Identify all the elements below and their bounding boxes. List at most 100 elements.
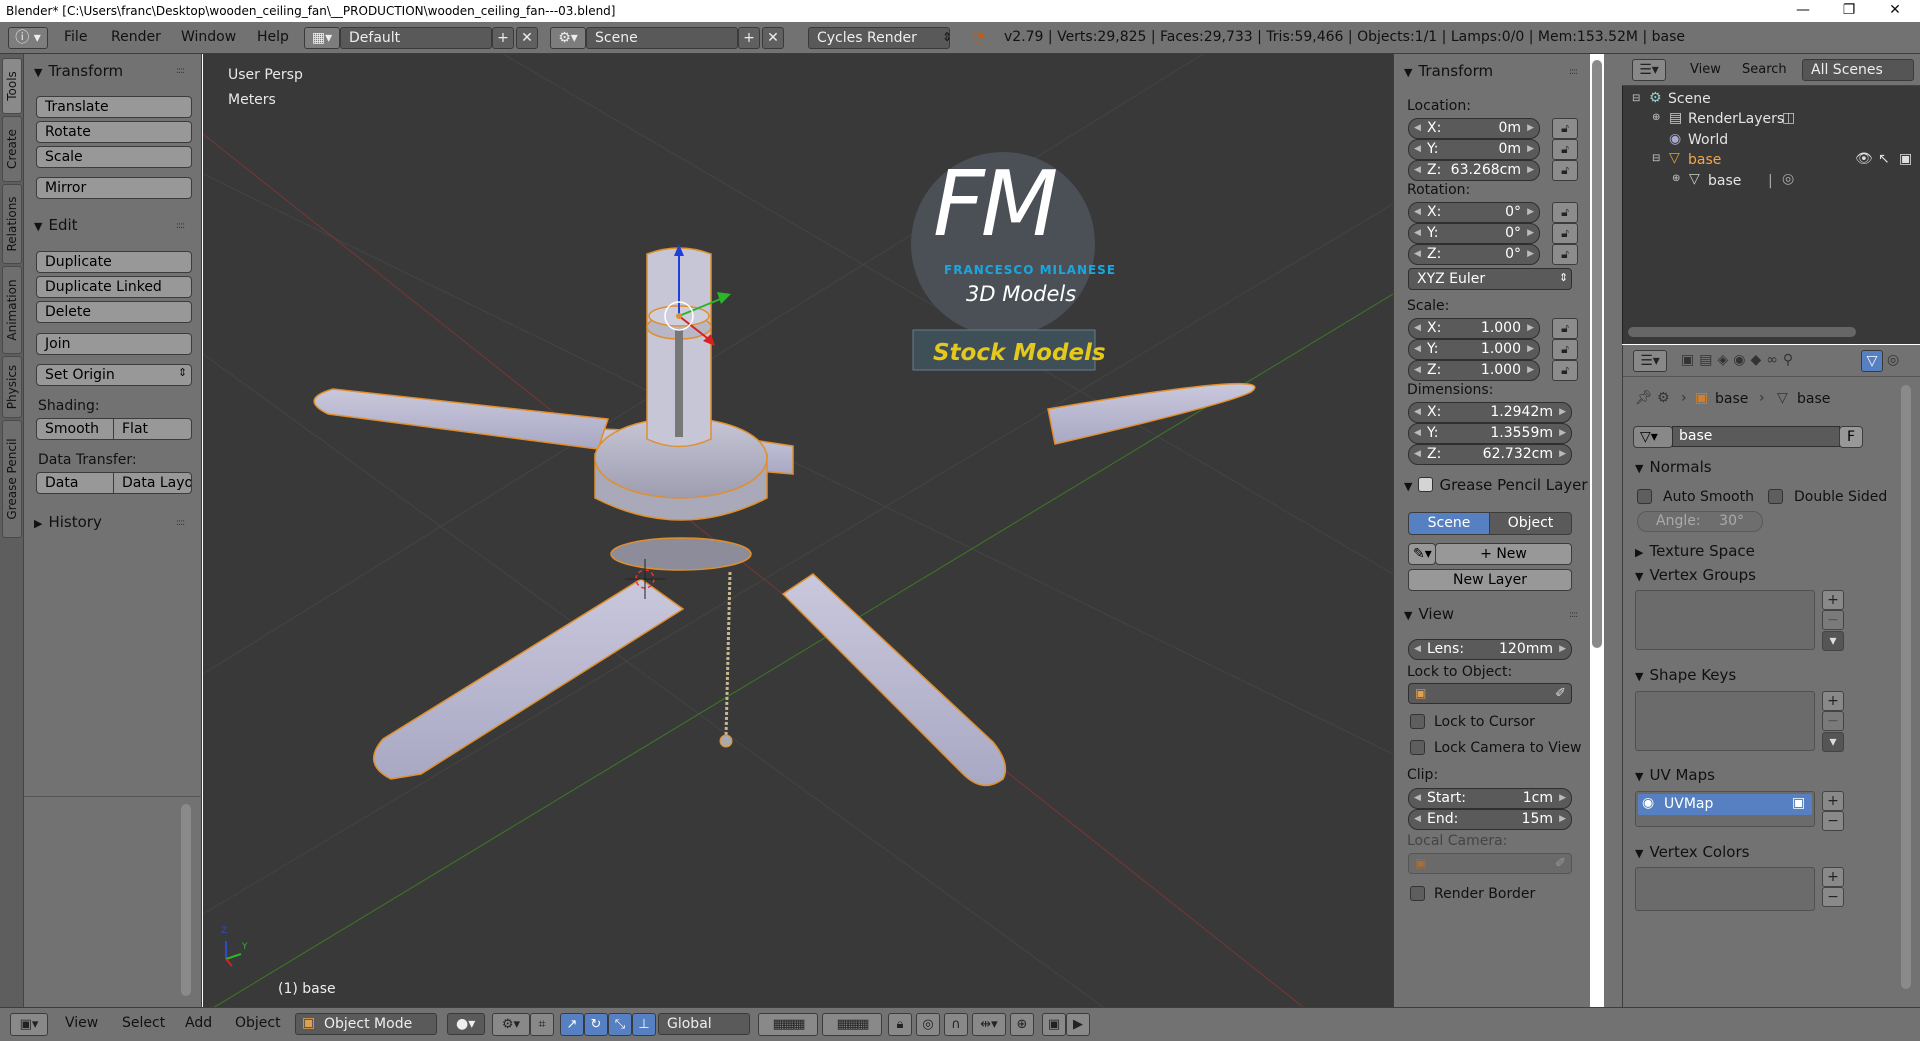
tab-relations[interactable]: Relations [2, 184, 22, 264]
fake-user-button[interactable]: F [1839, 426, 1863, 448]
outliner-editor-icon[interactable]: ☰▾ [1632, 59, 1666, 81]
gp-new-layer-button[interactable]: New Layer [1408, 569, 1572, 591]
screen-layout-dropdown[interactable]: Default [340, 27, 492, 49]
render-opengl-icon[interactable]: ▣ [1042, 1013, 1066, 1036]
rotation-z-field[interactable]: ◀ Z: 0° ▶ [1408, 244, 1540, 265]
outliner-base-object[interactable]: base [1688, 152, 1721, 168]
outliner-scene[interactable]: Scene [1668, 91, 1711, 107]
texture-space-header[interactable]: ▶ Texture Space [1635, 542, 1755, 560]
lock-icon[interactable]: 🔓︎ [1552, 160, 1578, 181]
lock-icon[interactable]: 🔓︎ [1552, 339, 1578, 360]
panel-grip-icon[interactable]: :::: [176, 66, 192, 76]
shape-key-menu-icon[interactable]: ▾ [1822, 732, 1844, 752]
panel-grip-icon[interactable]: :::: [176, 221, 192, 231]
gp-new-button[interactable]: + New [1435, 543, 1572, 565]
lock-layers-icon[interactable]: 🔒︎ [888, 1013, 912, 1036]
scale-z-field[interactable]: ◀ Z: 1.000 ▶ [1408, 360, 1540, 381]
toolshelf-scrollbar[interactable] [181, 804, 191, 996]
location-x-field[interactable]: ◀ X: 0m ▶ [1408, 118, 1540, 139]
tab-grease-pencil[interactable]: Grease Pencil [2, 420, 22, 538]
npanel-scrollbar[interactable] [1592, 60, 1602, 648]
mode-dropdown[interactable]: Object Mode [295, 1013, 437, 1035]
cursor-select-icon[interactable]: ↖ [1878, 151, 1890, 167]
manipulator-toggle-icon[interactable]: ⌗ [530, 1013, 554, 1036]
mesh-browse-icon[interactable]: ▽▾ [1633, 426, 1673, 448]
dimension-z-field[interactable]: ◀ Z: 62.732cm ▶ [1408, 444, 1572, 465]
rotation-x-field[interactable]: ◀ X: 0° ▶ [1408, 202, 1540, 223]
angle-field[interactable]: Angle: 30° [1637, 511, 1763, 532]
add-vertex-color-icon[interactable]: + [1822, 867, 1844, 887]
mesh-data-tab-icon[interactable]: ▽ [1861, 350, 1883, 372]
camera-icon[interactable]: ▣ [1792, 795, 1805, 811]
editor-type-info-icon[interactable]: ⓘ ▾ [8, 27, 48, 49]
set-origin-dropdown[interactable]: Set Origin [36, 364, 192, 386]
data-layout-button[interactable]: Data Layo [113, 472, 192, 494]
panel-grip-icon[interactable]: :::: [1569, 67, 1585, 77]
panel-grip-icon[interactable]: :::: [1569, 610, 1585, 620]
object-menu[interactable]: Object [235, 1013, 281, 1036]
remove-vertex-color-icon[interactable]: − [1822, 887, 1844, 907]
translate-manipulator-icon[interactable]: ↗ [560, 1013, 584, 1036]
properties-scrollbar[interactable] [1901, 385, 1911, 989]
menu-help[interactable]: Help [257, 27, 289, 48]
view-menu[interactable]: View [65, 1013, 98, 1036]
scale-x-field[interactable]: ◀ X: 1.000 ▶ [1408, 318, 1540, 339]
tab-tools[interactable]: Tools [2, 58, 22, 114]
local-camera-field[interactable]: ▣ ✐ [1408, 853, 1572, 874]
transform-space-icon[interactable]: ⊥ [632, 1013, 656, 1036]
dimension-y-field[interactable]: ◀ Y: 1.3559m ▶ [1408, 423, 1572, 444]
snap-toggle-icon[interactable]: ∩ [944, 1013, 968, 1036]
scale-button[interactable]: Scale [36, 146, 192, 168]
camera-render-icon[interactable]: ▣ [1899, 151, 1912, 167]
scene-icon[interactable]: ⚙▾ [550, 27, 586, 49]
translate-button[interactable]: Translate [36, 96, 192, 118]
pencil-icon[interactable]: ✎▾ [1408, 543, 1436, 565]
collapse-icon[interactable]: ⊟ [1652, 153, 1660, 164]
layers-grid-a-icon[interactable]: ▦▦▦ [758, 1013, 818, 1036]
edit-panel-header[interactable]: ▼ Edit [34, 216, 78, 234]
outliner-view-menu[interactable]: View [1690, 59, 1721, 80]
menu-file[interactable]: File [64, 27, 87, 48]
scale-manipulator-icon[interactable]: ⤡ [608, 1013, 632, 1036]
lens-field[interactable]: ◀ Lens: 120mm ▶ [1408, 639, 1572, 660]
minimize-button[interactable]: — [1780, 0, 1826, 22]
render-engine-dropdown[interactable]: Cycles Render [808, 27, 950, 49]
auto-smooth-checkbox[interactable] [1637, 489, 1652, 504]
duplicate-linked-button[interactable]: Duplicate Linked [36, 276, 192, 298]
remove-layout-icon[interactable]: ✕ [516, 27, 538, 49]
properties-editor-icon[interactable]: ☰▾ [1633, 350, 1667, 372]
uv-maps-list[interactable]: ◉ UVMap ▣ [1635, 791, 1815, 827]
tab-physics[interactable]: Physics [2, 356, 22, 418]
lock-object-field[interactable]: ▣ ✐ [1408, 683, 1572, 704]
history-panel-header[interactable]: ▶ History [34, 513, 102, 531]
add-scene-icon[interactable]: + [738, 27, 760, 49]
grease-pencil-checkbox[interactable] [1418, 477, 1434, 492]
editor-type-3d-icon[interactable]: ▣▾ [10, 1013, 48, 1036]
shape-keys-header[interactable]: ▼ Shape Keys [1635, 666, 1736, 684]
rotation-y-field[interactable]: ◀ Y: 0° ▶ [1408, 223, 1540, 244]
lock-icon[interactable]: 🔓︎ [1552, 244, 1578, 265]
lock-camera-checkbox[interactable] [1410, 740, 1425, 755]
data-transfer-button[interactable]: Data [36, 472, 114, 494]
shape-keys-list[interactable] [1635, 691, 1815, 751]
outliner-base-mesh[interactable]: base [1708, 173, 1741, 189]
smooth-button[interactable]: Smooth [36, 418, 114, 440]
outliner-search-menu[interactable]: Search [1742, 59, 1787, 80]
lock-to-cursor-checkbox[interactable] [1410, 714, 1425, 729]
outliner-hscrollbar[interactable] [1628, 327, 1856, 337]
rotate-manipulator-icon[interactable]: ↻ [584, 1013, 608, 1036]
pivot-point-icon[interactable]: ⚙▾ [492, 1013, 530, 1036]
remove-uv-map-icon[interactable]: − [1822, 811, 1844, 831]
n-view-header[interactable]: ▼ View [1404, 605, 1454, 623]
add-layout-icon[interactable]: + [492, 27, 514, 49]
transform-panel-header[interactable]: ▼ Transform [34, 62, 123, 80]
pin-icon[interactable]: 📌︎ [1635, 390, 1653, 406]
rotate-button[interactable]: Rotate [36, 121, 192, 143]
eye-icon[interactable]: 👁︎ [1855, 151, 1873, 167]
add-menu[interactable]: Add [185, 1013, 212, 1036]
n-transform-header[interactable]: ▼ Transform [1404, 62, 1493, 80]
select-menu[interactable]: Select [122, 1013, 165, 1036]
normals-header[interactable]: ▼ Normals [1635, 458, 1712, 476]
lock-icon[interactable]: 🔓︎ [1552, 318, 1578, 339]
render-animation-icon[interactable]: ▶ [1066, 1013, 1090, 1036]
